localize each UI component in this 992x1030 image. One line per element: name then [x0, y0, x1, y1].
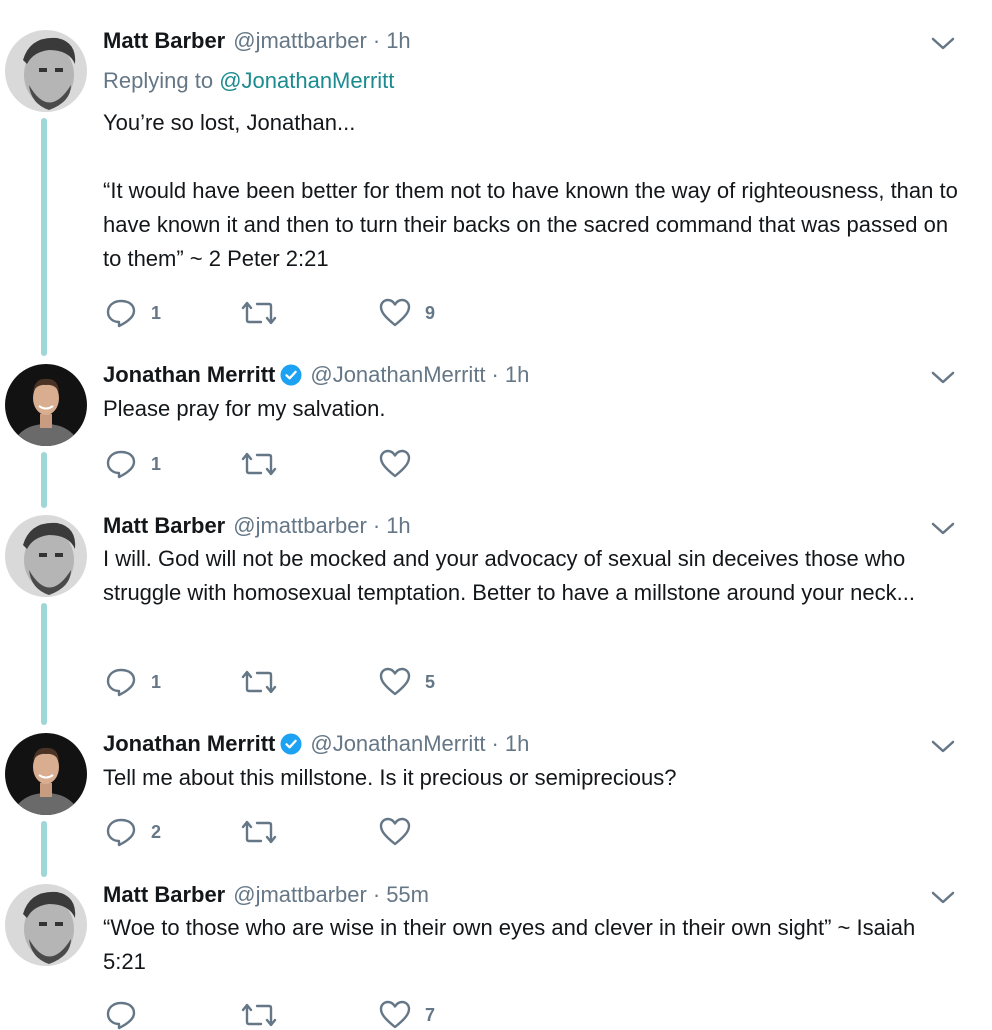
retweet-icon	[241, 667, 277, 697]
reply-count: 2	[151, 821, 162, 842]
author-name[interactable]: Matt Barber	[103, 882, 225, 908]
like-button[interactable]: 5	[379, 667, 435, 697]
tweet-header: Matt Barber @jmattbarber · 55m	[103, 880, 429, 910]
separator-dot: ·	[372, 882, 381, 907]
tweet-text: Please pray for my salvation.	[103, 396, 386, 421]
reply-icon	[105, 1000, 137, 1030]
tweet-text: Tell me about this millstone. Is it prec…	[103, 765, 677, 790]
heart-icon	[379, 298, 411, 328]
retweet-button[interactable]	[241, 1000, 291, 1030]
heart-icon	[379, 1000, 411, 1030]
author-name[interactable]: Matt Barber	[103, 513, 225, 539]
author-handle[interactable]: @JonathanMerritt	[310, 731, 485, 757]
replying-to: Replying to @JonathanMerritt	[103, 68, 394, 94]
chevron-down-icon[interactable]	[930, 521, 956, 537]
tweet-text: I will. God will not be mocked and your …	[103, 546, 915, 605]
avatar-jonathan-merritt[interactable]	[5, 364, 87, 446]
avatar-matt-barber[interactable]	[5, 30, 87, 112]
timestamp[interactable]: 55m	[386, 882, 429, 908]
retweet-icon	[241, 449, 277, 479]
tweet-header: Jonathan Merritt @JonathanMerritt · 1h	[103, 360, 529, 390]
verified-badge-icon	[280, 733, 302, 755]
separator-dot: ·	[491, 731, 499, 756]
author-name[interactable]: Matt Barber	[103, 28, 225, 54]
like-button[interactable]	[379, 817, 425, 847]
timestamp[interactable]: 1h	[386, 513, 410, 539]
author-handle[interactable]: @jmattbarber	[233, 882, 367, 908]
like-button[interactable]: 7	[379, 1000, 435, 1030]
reply-icon	[105, 298, 137, 328]
like-button[interactable]	[379, 449, 425, 479]
retweet-button[interactable]	[241, 667, 291, 697]
avatar-jonathan-merritt[interactable]	[5, 733, 87, 815]
separator-dot: ·	[491, 362, 499, 387]
tweet-header: Matt Barber @jmattbarber · 1h	[103, 26, 411, 56]
like-count: 5	[425, 671, 436, 692]
replying-handle-link[interactable]: @JonathanMerritt	[219, 68, 394, 93]
author-handle[interactable]: @jmattbarber	[233, 28, 367, 54]
reply-button[interactable]: 1	[105, 449, 161, 479]
reply-button[interactable]: 1	[105, 667, 161, 697]
thread-connector	[41, 452, 47, 508]
chevron-down-icon[interactable]	[930, 36, 956, 52]
verified-badge-icon	[280, 364, 302, 386]
heart-icon	[379, 667, 411, 697]
reply-button[interactable]	[105, 1000, 151, 1030]
like-count: 7	[425, 1004, 436, 1025]
reply-icon	[105, 667, 137, 697]
chevron-down-icon[interactable]	[930, 739, 956, 755]
retweet-icon	[241, 298, 277, 328]
heart-icon	[379, 449, 411, 479]
retweet-icon	[241, 1000, 277, 1030]
like-button[interactable]: 9	[379, 298, 435, 328]
avatar-matt-barber[interactable]	[5, 884, 87, 966]
timestamp[interactable]: 1h	[505, 362, 529, 388]
avatar-matt-barber[interactable]	[5, 515, 87, 597]
separator-dot: ·	[372, 513, 381, 538]
author-name[interactable]: Jonathan Merritt	[103, 731, 275, 757]
retweet-button[interactable]	[241, 298, 291, 328]
reply-icon	[105, 817, 137, 847]
heart-icon	[379, 817, 411, 847]
tweet-text: “Woe to those who are wise in their own …	[103, 915, 922, 974]
reply-count: 1	[151, 302, 162, 323]
chevron-down-icon[interactable]	[930, 890, 956, 906]
tweet-header: Matt Barber @jmattbarber · 1h	[103, 511, 411, 541]
author-name[interactable]: Jonathan Merritt	[103, 362, 275, 388]
reply-count: 1	[151, 671, 162, 692]
author-handle[interactable]: @jmattbarber	[233, 513, 367, 539]
thread-connector	[41, 821, 47, 877]
separator-dot: ·	[372, 28, 381, 53]
retweet-button[interactable]	[241, 449, 291, 479]
replying-prefix: Replying to	[103, 68, 214, 93]
author-handle[interactable]: @JonathanMerritt	[310, 362, 485, 388]
retweet-icon	[241, 817, 277, 847]
thread-connector	[41, 603, 47, 725]
reply-button[interactable]: 1	[105, 298, 161, 328]
like-count: 9	[425, 302, 436, 323]
chevron-down-icon[interactable]	[930, 370, 956, 386]
tweet-text: You’re so lost, Jonathan... “It would ha…	[103, 110, 958, 271]
timestamp[interactable]: 1h	[386, 28, 410, 54]
tweet-header: Jonathan Merritt @JonathanMerritt · 1h	[103, 729, 529, 759]
reply-button[interactable]: 2	[105, 817, 161, 847]
retweet-button[interactable]	[241, 817, 291, 847]
reply-icon	[105, 449, 137, 479]
timestamp[interactable]: 1h	[505, 731, 529, 757]
thread-connector	[41, 118, 47, 356]
reply-count: 1	[151, 453, 162, 474]
